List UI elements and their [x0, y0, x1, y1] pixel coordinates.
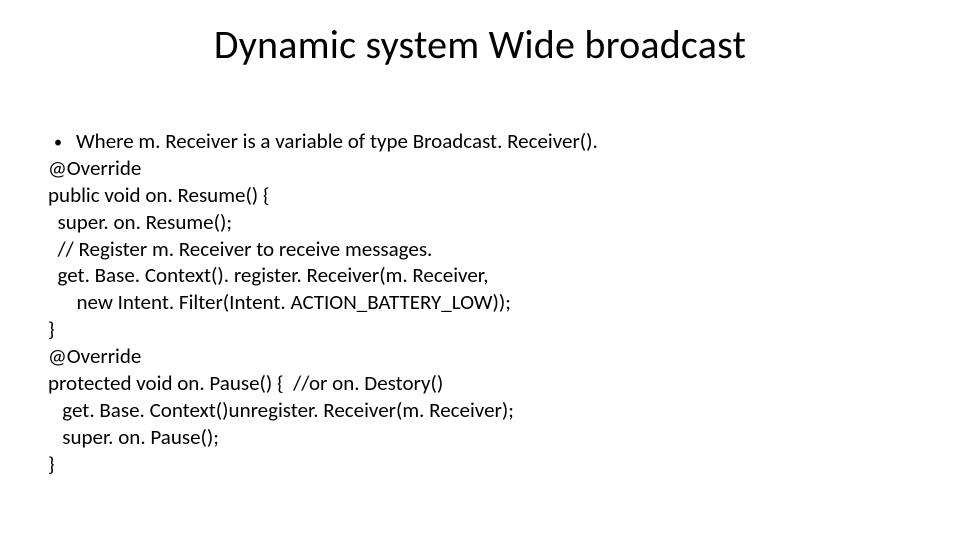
- code-block: @Override public void on. Resume() { sup…: [48, 155, 900, 478]
- bullet-text: Where m. Receiver is a variable of type …: [76, 128, 598, 155]
- slide-title: Dynamic system Wide broadcast: [0, 20, 960, 69]
- slide: Dynamic system Wide broadcast • Where m.…: [0, 0, 960, 540]
- bullet-item: • Where m. Receiver is a variable of typ…: [48, 128, 900, 155]
- bullet-dot-icon: •: [48, 133, 76, 153]
- slide-body: • Where m. Receiver is a variable of typ…: [48, 128, 900, 477]
